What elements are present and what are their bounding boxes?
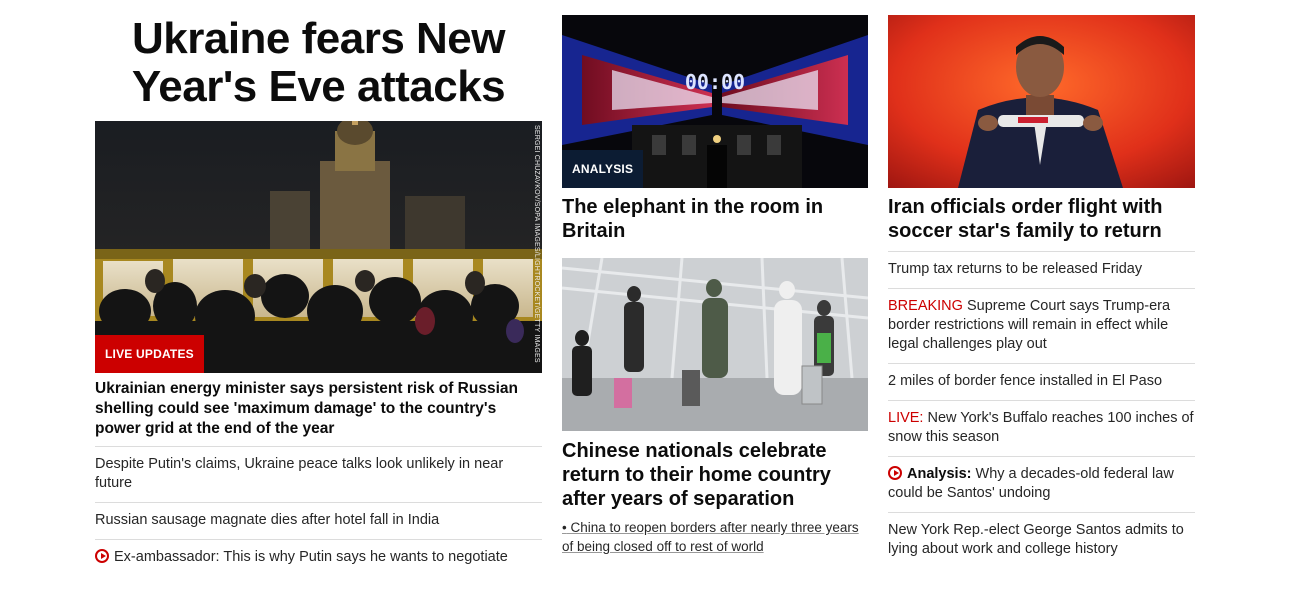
breaking-label: BREAKING — [888, 298, 963, 314]
list-item[interactable]: LIVE: New York's Buffalo reaches 100 inc… — [888, 400, 1195, 456]
analysis-label: Analysis: — [907, 466, 972, 482]
airport-photo — [562, 258, 868, 431]
countdown-clock: 00:00 — [685, 70, 745, 94]
lead-related-list: Despite Putin's claims, Ukraine peace ta… — [95, 446, 542, 576]
list-item[interactable]: Ex-ambassador: This is why Putin says he… — [95, 539, 542, 576]
airport-image[interactable] — [562, 258, 868, 431]
iran-soccer-image[interactable] — [888, 15, 1195, 188]
play-icon — [888, 466, 902, 480]
analysis-badge[interactable]: ANALYSIS — [562, 150, 644, 188]
iran-headline[interactable]: Iran officials order flight with soccer … — [888, 195, 1195, 251]
play-icon — [95, 549, 109, 563]
list-item[interactable]: Russian sausage magnate dies after hotel… — [95, 502, 542, 539]
lead-image[interactable]: SERGEI CHUZAVKOV/SOPA IMAGES/LIGHTROCKET… — [95, 121, 542, 373]
britain-headline[interactable]: The elephant in the room in Britain — [562, 195, 868, 243]
list-item[interactable]: Despite Putin's claims, Ukraine peace ta… — [95, 446, 542, 502]
live-label: LIVE: — [888, 410, 924, 426]
list-item[interactable]: BREAKING Supreme Court says Trump-era bo… — [888, 288, 1195, 363]
list-item[interactable]: 2 miles of border fence installed in El … — [888, 363, 1195, 400]
right-stories: Iran officials order flight with soccer … — [888, 0, 1195, 568]
china-headline[interactable]: Chinese nationals celebrate return to th… — [562, 439, 868, 511]
lead-story: Ukraine fears New Year's Eve attacks SER… — [95, 0, 542, 576]
image-credit: SERGEI CHUZAVKOV/SOPA IMAGES/LIGHTROCKET… — [533, 125, 540, 363]
middle-stories: 00:00 ANALYSIS The elephant in the room … — [562, 0, 868, 556]
lead-headline[interactable]: Ukrainian energy minister says persisten… — [95, 379, 542, 446]
right-related-list: Trump tax returns to be released Friday … — [888, 251, 1195, 568]
soccer-draw-photo — [888, 15, 1195, 188]
downing-street-image[interactable]: 00:00 ANALYSIS — [562, 15, 868, 188]
lead-title[interactable]: Ukraine fears New Year's Eve attacks — [95, 15, 542, 111]
china-sub-link[interactable]: • China to reopen borders after nearly t… — [562, 518, 868, 556]
live-updates-badge[interactable]: LIVE UPDATES — [95, 335, 204, 373]
list-item[interactable]: Trump tax returns to be released Friday — [888, 251, 1195, 288]
list-item[interactable]: New York Rep.-elect George Santos admits… — [888, 512, 1195, 568]
list-item[interactable]: Analysis: Why a decades-old federal law … — [888, 456, 1195, 512]
